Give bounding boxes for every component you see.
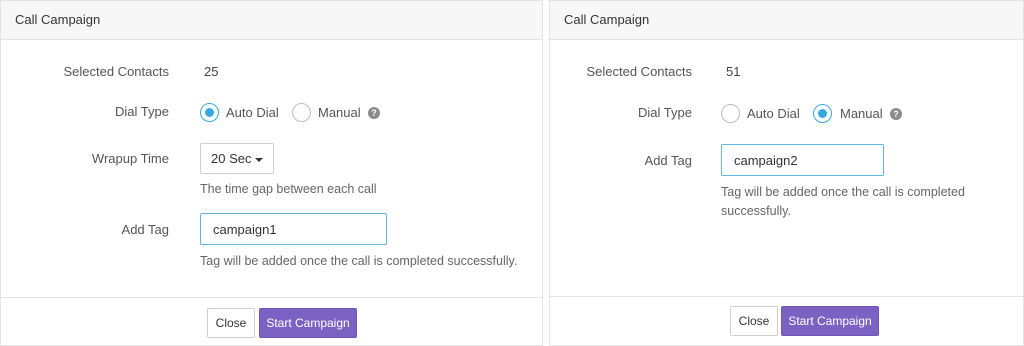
auto-dial-radio[interactable]: [721, 104, 740, 123]
selected-contacts-value: 51: [726, 64, 741, 79]
question-circle-icon[interactable]: ?: [890, 108, 902, 120]
auto-dial-radio[interactable]: [200, 103, 219, 122]
tag-hint-line-2: successfully.: [721, 204, 791, 218]
tag-hint: Tag will be added once the call is compl…: [200, 254, 518, 268]
manual-radio[interactable]: [292, 103, 311, 122]
manual-label[interactable]: Manual: [318, 105, 361, 120]
tag-input[interactable]: [721, 144, 884, 176]
add-tag-label: Add Tag: [121, 222, 169, 237]
dialog-title: Call Campaign: [1, 1, 542, 40]
auto-dial-label[interactable]: Auto Dial: [226, 105, 279, 120]
auto-dial-label[interactable]: Auto Dial: [747, 106, 800, 121]
wrapup-time-label: Wrapup Time: [91, 151, 169, 166]
wrapup-time-dropdown[interactable]: 20 Sec: [200, 143, 275, 174]
add-tag-label: Add Tag: [644, 153, 692, 168]
start-campaign-button[interactable]: Start Campaign: [259, 308, 357, 338]
selected-contacts-value: 25: [204, 64, 219, 79]
tag-input[interactable]: [200, 213, 387, 245]
call-campaign-dialog-right: Call Campaign Selected Contacts 51 Dial …: [549, 0, 1024, 346]
close-button[interactable]: Close: [730, 306, 778, 336]
wrapup-time-value: 20 Sec: [211, 151, 252, 166]
call-campaign-dialog-left: Call Campaign Selected Contacts 25 Dial …: [0, 0, 543, 346]
footer-divider: [1, 297, 542, 298]
manual-radio[interactable]: [813, 104, 832, 123]
selected-contacts-label: Selected Contacts: [586, 64, 692, 79]
selected-contacts-label: Selected Contacts: [63, 64, 169, 79]
start-campaign-button[interactable]: Start Campaign: [781, 306, 879, 336]
manual-label[interactable]: Manual: [840, 106, 883, 121]
close-button[interactable]: Close: [207, 308, 255, 338]
dialog-title: Call Campaign: [550, 1, 1023, 40]
dial-type-label: Dial Type: [638, 105, 692, 120]
caret-down-icon: [255, 157, 264, 162]
footer-divider: [550, 296, 1023, 297]
dial-type-label: Dial Type: [115, 104, 169, 119]
question-circle-icon[interactable]: ?: [368, 107, 380, 119]
tag-hint-line-1: Tag will be added once the call is compl…: [721, 185, 965, 199]
wrapup-time-hint: The time gap between each call: [200, 182, 377, 196]
